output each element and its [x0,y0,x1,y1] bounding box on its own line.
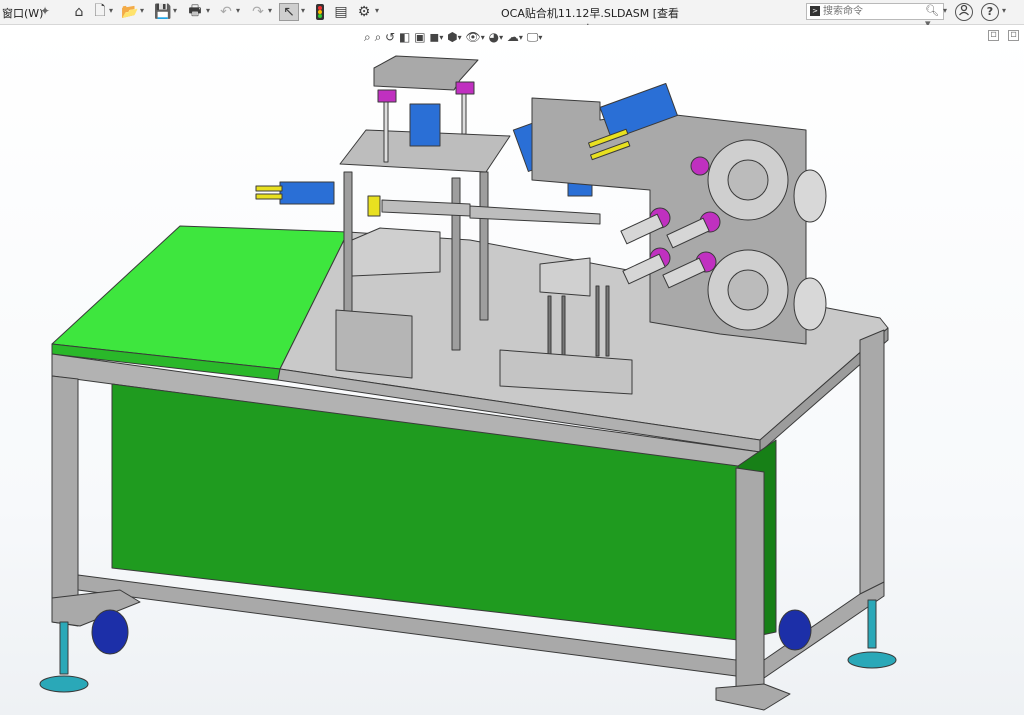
transfer-rail [469,205,601,225]
home-icon[interactable]: ⌂ [70,3,88,21]
file-properties-icon[interactable]: ▤ [333,3,349,21]
front-left-leg [51,375,79,627]
assembly-model[interactable] [0,25,1024,715]
undo-dropdown[interactable]: ▾ [236,6,240,15]
restore-window-icon[interactable]: ▫ [988,30,999,41]
press-base-block [335,309,413,379]
title-bar: 窗口(W) ✦ ⌂ 🗋 ▾ 📂 ▾ 💾 ▾ 🖶 ▾ ↶ ▾ ↷ ▾ ↖ ▾ ▤ … [0,0,1024,36]
dynamic-annotation-icon[interactable]: ▣ [414,30,425,44]
select-arrow-icon[interactable]: ↖ [279,3,299,21]
user-account-icon[interactable] [955,3,973,21]
save-icon[interactable]: 💾 [154,3,171,21]
foot-right [847,651,897,669]
scene-dropdown[interactable]: ▾ [519,33,523,42]
open-icon[interactable]: 📂 [121,3,138,21]
section-view-icon[interactable]: ◧ [399,30,410,44]
options-dropdown[interactable]: ▾ [375,6,379,15]
hide-show-dropdown[interactable]: ▾ [481,33,485,42]
view-orientation-icon[interactable]: ◼ [429,30,439,44]
redo-dropdown[interactable]: ▾ [268,6,272,15]
pin-icon[interactable]: ✦ [40,4,50,18]
command-icon: > [810,6,820,16]
print-icon[interactable]: 🖶 [186,3,204,21]
rear-right-leg [859,329,885,599]
new-file-icon[interactable]: 🗋 [92,3,108,21]
print-dropdown[interactable]: ▾ [206,6,210,15]
rebuild-icon[interactable] [313,3,327,21]
search-input[interactable] [823,4,923,19]
search-options-dropdown[interactable]: ▾ [943,6,947,15]
window-menu[interactable]: 窗口(W) [2,5,43,21]
scene-icon[interactable]: ☁ [507,30,519,44]
search-box[interactable]: > 🔍︎▾ [806,3,944,30]
caster-front-left [91,609,129,655]
display-style-dropdown[interactable]: ▾ [458,33,462,42]
zoom-to-fit-icon[interactable]: ⌕ [364,30,371,45]
die-plate [351,227,441,277]
heads-up-view-toolbar: ⌕ ⌕ ↺ ◧ ▣ ◼ ▾ ⬢ ▾ 👁 ▾ ◕ ▾ ☁ ▾ 🖵 ▾ [364,28,542,46]
caster-rear-right [778,609,812,651]
foot-left [39,675,89,693]
front-right-leg [735,467,765,697]
zoom-area-icon[interactable]: ⌕ [375,30,382,45]
save-dropdown[interactable]: ▾ [173,6,177,15]
view-settings-monitor-icon[interactable]: 🖵 [527,30,539,45]
appearance-icon[interactable]: ◕ [489,30,499,44]
graphics-viewport[interactable] [0,25,1024,715]
redo-icon[interactable]: ↷ [250,3,266,21]
maximize-window-icon[interactable]: ▫ [1008,30,1019,41]
left-slide-cylinder [279,181,335,205]
appearance-dropdown[interactable]: ▾ [499,33,503,42]
hide-show-icon[interactable]: 👁 [466,30,481,44]
display-style-icon[interactable]: ⬢ [447,30,457,44]
open-dropdown[interactable]: ▾ [140,6,144,15]
help-icon[interactable]: ? [981,3,999,21]
press-cylinder [409,103,441,147]
help-dropdown[interactable]: ▾ [1002,6,1006,15]
view-orientation-dropdown[interactable]: ▾ [439,33,443,42]
options-gear-icon[interactable]: ⚙ [356,3,372,21]
select-dropdown[interactable]: ▾ [301,6,305,15]
new-file-dropdown[interactable]: ▾ [109,6,113,15]
undo-icon[interactable]: ↶ [218,3,234,21]
previous-view-icon[interactable]: ↺ [385,30,395,44]
view-settings-dropdown[interactable]: ▾ [538,33,542,42]
user-glyph-icon [959,4,969,16]
traffic-light-icon [316,4,324,20]
